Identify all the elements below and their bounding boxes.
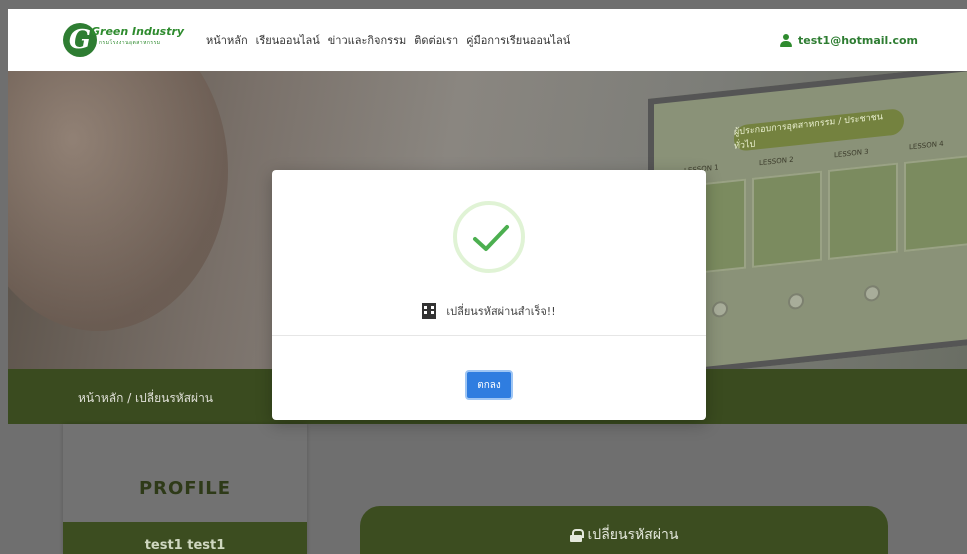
hero-screen-title: ผู้ประกอบการอุตสาหกรรม / ประชาชนทั่วไป (734, 107, 904, 152)
dialog-message: เปลี่ยนรหัสผ่านสำเร็จ!! (446, 305, 556, 318)
nav-item-news[interactable]: ข่าวและกิจกรรม (328, 31, 406, 49)
user-icon (780, 33, 793, 47)
profile-name: test1 test1 (144, 538, 226, 553)
page-content: PROFILE test1 test1 เปลี่ยนรหัสผ่าน (8, 424, 967, 554)
dialog-divider (272, 335, 706, 336)
play-icon (788, 292, 804, 311)
lock-icon (569, 528, 584, 542)
breadcrumb[interactable]: หน้าหลัก / เปลี่ยนรหัสผ่าน (78, 389, 213, 408)
hero-photo (8, 71, 228, 331)
lesson-card (752, 170, 822, 268)
change-password-title-row: เปลี่ยนรหัสผ่าน (360, 524, 888, 546)
navbar: G Green Industry กรมโรงงานอุตสาหกรรม หน้… (8, 9, 967, 71)
site-logo[interactable]: G Green Industry กรมโรงงานอุตสาหกรรม (63, 21, 203, 59)
play-icon (712, 300, 728, 319)
building-icon (422, 303, 437, 319)
play-icon (864, 284, 880, 303)
dialog-message-row: เปลี่ยนรหัสผ่านสำเร็จ!! (272, 302, 706, 320)
success-dialog: เปลี่ยนรหัสผ่านสำเร็จ!! ตกลง (272, 170, 706, 420)
lesson-label: LESSON 2 (759, 155, 794, 168)
success-check-icon (453, 201, 525, 273)
nav-item-online-learning[interactable]: เรียนออนไลน์ (256, 31, 320, 49)
nav-item-contact[interactable]: ติดต่อเรา (414, 31, 458, 49)
profile-title: PROFILE (138, 478, 232, 499)
ok-button[interactable]: ตกลง (465, 370, 513, 400)
logo-title: Green Industry (91, 25, 185, 38)
user-menu[interactable]: test1@hotmail.com (780, 9, 918, 71)
check-mark-icon (473, 225, 509, 251)
profile-card: PROFILE test1 test1 (63, 424, 307, 554)
change-password-title: เปลี่ยนรหัสผ่าน (587, 527, 679, 543)
lesson-card (904, 154, 967, 252)
logo-subtitle: กรมโรงงานอุตสาหกรรม (99, 40, 161, 46)
lesson-card (828, 162, 898, 260)
nav-item-home[interactable]: หน้าหลัก (206, 31, 248, 49)
lesson-label: LESSON 3 (834, 147, 869, 160)
lesson-label: LESSON 4 (909, 139, 944, 152)
user-email: test1@hotmail.com (798, 33, 918, 47)
main-nav: หน้าหลัก เรียนออนไลน์ ข่าวและกิจกรรม ติด… (206, 9, 570, 71)
change-password-header: เปลี่ยนรหัสผ่าน (360, 506, 888, 554)
nav-item-manual[interactable]: คู่มือการเรียนออนไลน์ (466, 31, 570, 49)
